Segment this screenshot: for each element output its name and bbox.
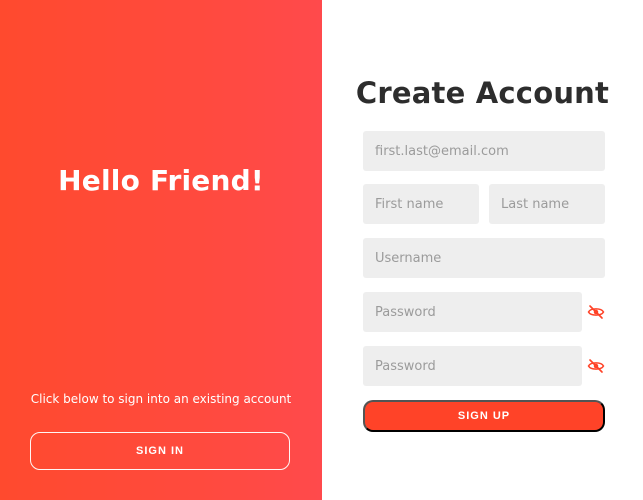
- sign-up-button[interactable]: SIGN UP: [363, 400, 605, 432]
- signin-hint-text: Click below to sign into an existing acc…: [30, 392, 292, 406]
- eye-slash-icon: [587, 359, 605, 373]
- password-visibility-toggle[interactable]: [587, 303, 605, 321]
- signup-screen: Hello Friend! Click below to sign into a…: [0, 0, 643, 500]
- password-field[interactable]: [363, 292, 582, 332]
- sign-in-button[interactable]: SIGN IN: [30, 432, 290, 470]
- email-field[interactable]: [363, 131, 605, 171]
- confirm-password-field[interactable]: [363, 346, 582, 386]
- form-title: Create Account: [355, 76, 610, 110]
- confirm-password-visibility-toggle[interactable]: [587, 357, 605, 375]
- eye-slash-icon: [587, 305, 605, 319]
- create-account-panel: Create Account SIGN UP: [322, 0, 643, 500]
- username-field[interactable]: [363, 238, 605, 278]
- last-name-field[interactable]: [489, 184, 605, 224]
- welcome-panel: Hello Friend! Click below to sign into a…: [0, 0, 322, 500]
- first-name-field[interactable]: [363, 184, 479, 224]
- welcome-title: Hello Friend!: [58, 164, 264, 197]
